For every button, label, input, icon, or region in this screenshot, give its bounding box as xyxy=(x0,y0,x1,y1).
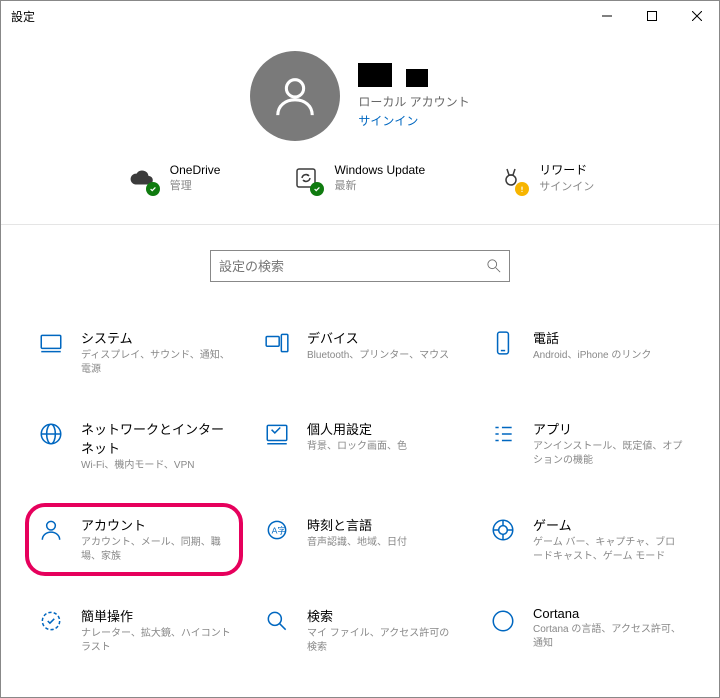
category-desc: Android、iPhone のリンク xyxy=(533,349,651,363)
status-windows-update[interactable]: Windows Update 最新 xyxy=(290,161,425,194)
minimize-button[interactable] xyxy=(584,1,629,31)
profile-section: ローカル アカウント サインイン xyxy=(31,51,689,141)
category-title: アプリ xyxy=(533,419,685,438)
category-desc: ディスプレイ、サウンド、通知、電源 xyxy=(81,349,233,377)
signin-link[interactable]: サインイン xyxy=(358,112,469,129)
phone-icon xyxy=(487,328,519,360)
gaming-icon xyxy=(487,515,519,547)
category-personalization[interactable]: 個人用設定 背景、ロック画面、色 xyxy=(257,413,463,479)
category-phone[interactable]: 電話 Android、iPhone のリンク xyxy=(483,322,689,383)
search-box[interactable] xyxy=(210,250,510,282)
category-desc: ゲーム バー、キャプチャ、ブロードキャスト、ゲーム モード xyxy=(533,536,685,564)
username-redacted xyxy=(358,63,469,87)
category-desc: 背景、ロック画面、色 xyxy=(307,440,407,454)
category-desc: Cortana の言語、アクセス許可、通知 xyxy=(533,623,685,651)
category-cortana[interactable]: Cortana Cortana の言語、アクセス許可、通知 xyxy=(483,600,689,661)
cortana-icon xyxy=(487,606,519,638)
category-title: Cortana xyxy=(533,606,685,621)
category-gaming[interactable]: ゲーム ゲーム バー、キャプチャ、ブロードキャスト、ゲーム モード xyxy=(483,509,689,570)
ease-icon xyxy=(35,606,67,638)
category-desc: マイ ファイル、アクセス許可の検索 xyxy=(307,627,459,655)
category-title: システム xyxy=(81,328,233,347)
category-desc: アカウント、メール、同期、職場、家族 xyxy=(81,536,233,564)
category-search-cat[interactable]: 検索 マイ ファイル、アクセス許可の検索 xyxy=(257,600,463,661)
status-onedrive[interactable]: OneDrive 管理 xyxy=(126,161,221,194)
person-icon xyxy=(272,73,318,119)
category-title: ゲーム xyxy=(533,515,685,534)
category-title: アカウント xyxy=(81,515,233,534)
time-icon: A字 xyxy=(261,515,293,547)
category-title: 簡単操作 xyxy=(81,606,233,625)
personalization-icon xyxy=(261,419,293,451)
cloud-icon xyxy=(126,162,158,194)
category-desc: Wi-Fi、機内モード、VPN xyxy=(81,459,233,473)
close-button[interactable] xyxy=(674,1,719,31)
category-desc: アンインストール、既定値、オプションの機能 xyxy=(533,440,685,468)
category-desc: ナレーター、拡大鏡、ハイコントラスト xyxy=(81,627,233,655)
search-cat-icon xyxy=(261,606,293,638)
category-title: 時刻と言語 xyxy=(307,515,407,534)
category-title: 検索 xyxy=(307,606,459,625)
accounts-icon xyxy=(35,515,67,547)
status-row: OneDrive 管理 Windows Update 最新 リワード サインイン xyxy=(31,161,689,194)
network-icon xyxy=(35,419,67,451)
system-icon xyxy=(35,328,67,360)
category-devices[interactable]: デバイス Bluetooth、プリンター、マウス xyxy=(257,322,463,383)
apps-icon xyxy=(487,419,519,451)
sync-icon xyxy=(290,162,322,194)
category-desc: 音声認識、地域、日付 xyxy=(307,536,407,550)
category-title: 個人用設定 xyxy=(307,419,407,438)
divider xyxy=(1,224,719,225)
avatar xyxy=(250,51,340,141)
category-network[interactable]: ネットワークとインターネット Wi-Fi、機内モード、VPN xyxy=(31,413,237,479)
status-rewards[interactable]: リワード サインイン xyxy=(495,161,594,194)
search-input[interactable] xyxy=(219,259,487,274)
search-icon xyxy=(487,259,501,273)
titlebar: 設定 xyxy=(1,1,719,31)
medal-icon xyxy=(495,162,527,194)
category-title: 電話 xyxy=(533,328,651,347)
category-apps[interactable]: アプリ アンインストール、既定値、オプションの機能 xyxy=(483,413,689,479)
svg-text:A字: A字 xyxy=(272,524,287,535)
category-accounts[interactable]: アカウント アカウント、メール、同期、職場、家族 xyxy=(31,509,237,570)
category-desc: Bluetooth、プリンター、マウス xyxy=(307,349,449,363)
maximize-button[interactable] xyxy=(629,1,674,31)
category-time[interactable]: A字 時刻と言語 音声認識、地域、日付 xyxy=(257,509,463,570)
category-title: デバイス xyxy=(307,328,449,347)
category-title: ネットワークとインターネット xyxy=(81,419,233,457)
account-type: ローカル アカウント xyxy=(358,93,469,110)
devices-icon xyxy=(261,328,293,360)
category-system[interactable]: システム ディスプレイ、サウンド、通知、電源 xyxy=(31,322,237,383)
window-title: 設定 xyxy=(11,8,584,25)
category-ease[interactable]: 簡単操作 ナレーター、拡大鏡、ハイコントラスト xyxy=(31,600,237,661)
